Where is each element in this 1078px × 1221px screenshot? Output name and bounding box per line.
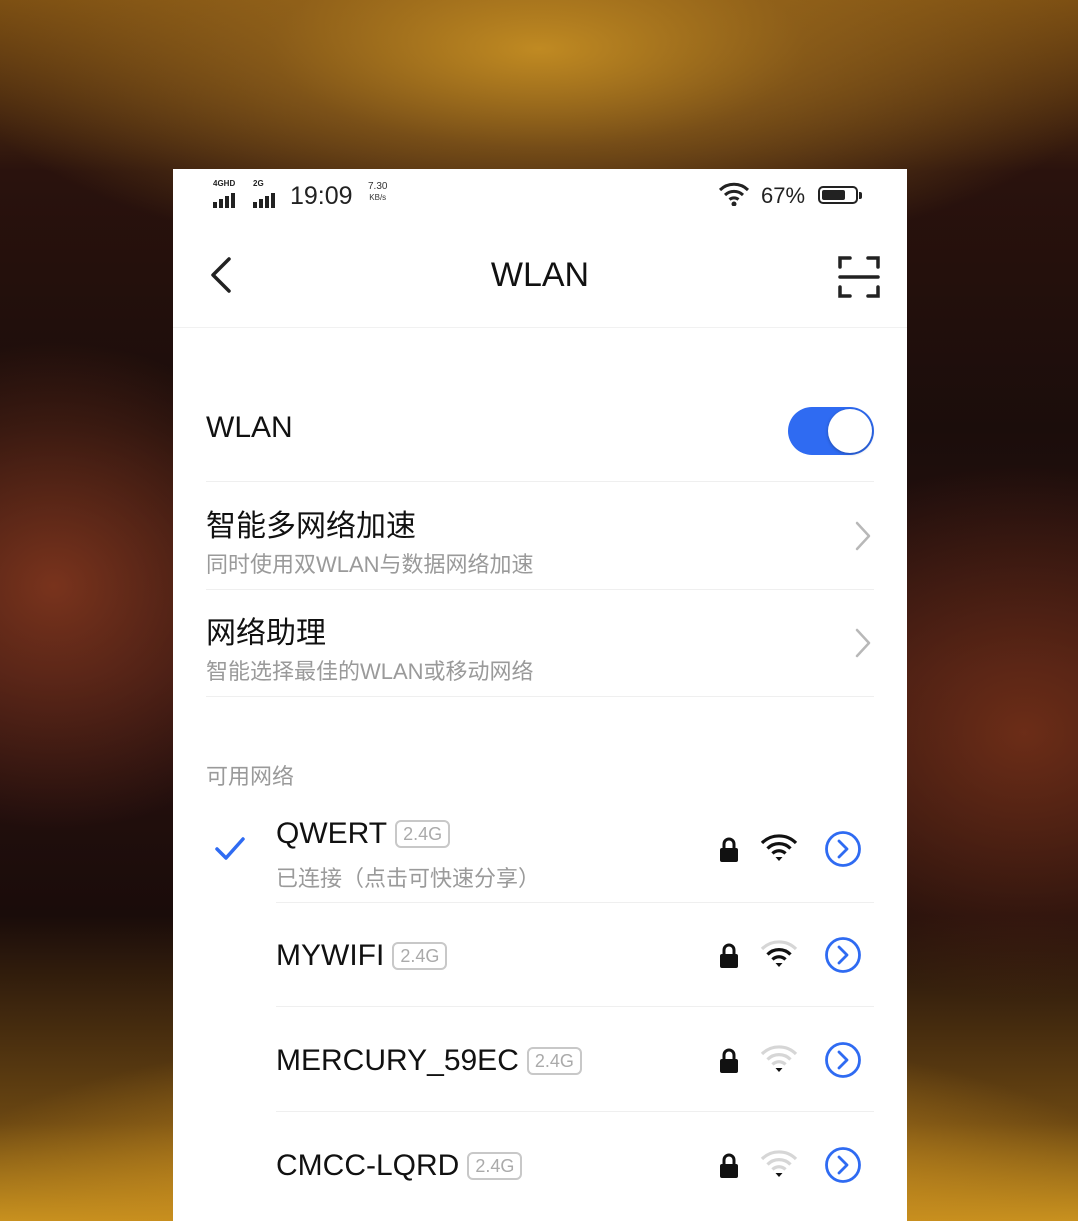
network-speed: 7.30 KB/s <box>368 181 387 203</box>
switch-knob <box>828 409 872 453</box>
network-details-button[interactable] <box>824 936 862 974</box>
wifi-signal-icon <box>760 940 798 967</box>
app-header: WLAN <box>173 223 907 328</box>
network-name: MYWIFI <box>276 939 385 972</box>
network-assistant-subtitle: 智能选择最佳的WLAN或移动网络 <box>206 659 534 684</box>
row-divider <box>276 1111 874 1112</box>
network-name-group: MERCURY_59EC 2.4G <box>276 1044 582 1078</box>
wlan-label: WLAN <box>206 411 293 444</box>
network-row[interactable]: QWERT 2.4G 已连接（点击可快速分享） <box>173 799 907 903</box>
row-divider <box>276 1006 874 1007</box>
lock-icon <box>720 943 738 968</box>
network-assistant-title: 网络助理 <box>206 617 326 650</box>
sim1-network-type: 4GHD <box>213 179 236 188</box>
network-name-group: MYWIFI 2.4G <box>276 939 448 973</box>
lock-icon <box>720 1048 738 1073</box>
network-row[interactable]: CMCC-LQRD 2.4G <box>173 1113 907 1217</box>
sim2-network-type: 2G <box>253 179 264 188</box>
wifi-status-icon <box>718 182 750 206</box>
network-speed-value: 7.30 <box>368 181 388 192</box>
lock-icon <box>720 1153 738 1178</box>
sim2-signal-icon: 2G <box>253 179 275 208</box>
network-name-group: QWERT 2.4G <box>276 817 451 851</box>
chevron-right-icon <box>855 521 871 551</box>
network-name: MERCURY_59EC <box>276 1044 519 1077</box>
sim1-signal-icon: 4GHD <box>213 179 236 208</box>
wifi-signal-icon <box>760 834 798 861</box>
network-name: CMCC-LQRD <box>276 1149 460 1182</box>
scan-qr-button[interactable] <box>837 255 881 299</box>
status-time: 19:09 <box>290 182 353 210</box>
wlan-toggle-row: WLAN <box>206 381 874 482</box>
wifi-signal-icon <box>760 1045 798 1072</box>
wifi-signal-icon <box>760 1150 798 1177</box>
band-badge: 2.4G <box>395 820 451 848</box>
page-title: WLAN <box>490 256 590 294</box>
network-assistant-row[interactable]: 网络助理 智能选择最佳的WLAN或移动网络 <box>206 590 874 697</box>
network-details-button[interactable] <box>824 1041 862 1079</box>
connected-check-icon <box>215 837 245 860</box>
network-name: QWERT <box>276 817 388 850</box>
available-networks-label: 可用网络 <box>206 764 295 789</box>
battery-icon <box>818 186 862 204</box>
network-details-button[interactable] <box>824 1146 862 1184</box>
network-row[interactable]: MYWIFI 2.4G <box>173 903 907 1007</box>
network-details-button[interactable] <box>824 830 862 868</box>
network-speed-unit: KB/s <box>369 193 387 202</box>
smart-acceleration-row[interactable]: 智能多网络加速 同时使用双WLAN与数据网络加速 <box>206 483 874 590</box>
band-badge: 2.4G <box>467 1152 523 1180</box>
wlan-switch[interactable] <box>788 407 874 455</box>
battery-percent: 67% <box>761 183 806 208</box>
network-name-group: CMCC-LQRD 2.4G <box>276 1149 523 1183</box>
wlan-settings-screen: 4GHD 2G 19:09 7.30 KB/s 67% WLAN WLAN 智能… <box>173 169 907 1221</box>
network-row[interactable]: MERCURY_59EC 2.4G <box>173 1008 907 1112</box>
lock-icon <box>720 837 738 862</box>
band-badge: 2.4G <box>392 942 448 970</box>
smart-acceleration-subtitle: 同时使用双WLAN与数据网络加速 <box>206 552 534 577</box>
network-status: 已连接（点击可快速分享） <box>276 866 541 891</box>
chevron-right-icon <box>855 628 871 658</box>
smart-acceleration-title: 智能多网络加速 <box>206 510 416 543</box>
status-bar: 4GHD 2G 19:09 7.30 KB/s 67% <box>173 169 907 223</box>
band-badge: 2.4G <box>526 1047 582 1075</box>
